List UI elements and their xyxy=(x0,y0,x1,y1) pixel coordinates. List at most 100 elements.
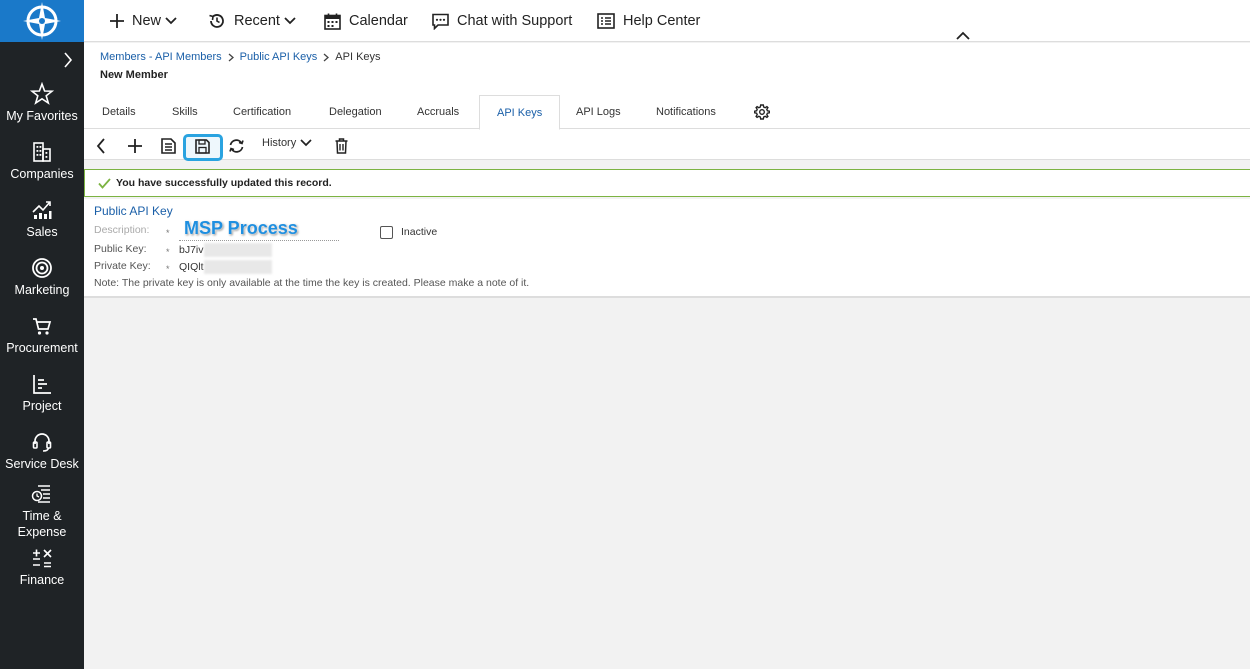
history-label: History xyxy=(262,137,297,149)
refresh-button[interactable] xyxy=(228,136,245,156)
sidebar: My Favorites Companies Sales Marketing P… xyxy=(0,0,84,669)
tab-notifications[interactable]: Notifications xyxy=(656,95,716,129)
success-message: You have successfully updated this recor… xyxy=(84,169,1250,197)
sidebar-item-label-line2: Expense xyxy=(17,525,67,539)
sidebar-item-service-desk[interactable]: Service Desk xyxy=(0,430,84,472)
cart-icon xyxy=(33,318,52,335)
calendar-button[interactable]: Calendar xyxy=(324,0,408,42)
help-center-icon xyxy=(597,13,615,29)
finance-icon xyxy=(33,549,52,568)
chevron-left-icon xyxy=(96,138,105,154)
help-center-label: Help Center xyxy=(623,13,701,29)
top-bar: New Recent Calendar Chat with Support He… xyxy=(84,0,1250,42)
recent-menu-label: Recent xyxy=(234,13,280,29)
calendar-icon xyxy=(324,13,341,30)
sidebar-item-finance[interactable]: Finance xyxy=(0,546,84,588)
chevron-up-icon xyxy=(956,31,970,40)
add-button[interactable] xyxy=(128,136,142,156)
tab-skills[interactable]: Skills xyxy=(172,95,198,129)
chart-icon xyxy=(32,201,52,219)
chat-icon xyxy=(432,13,449,30)
required-marker: * xyxy=(166,247,170,257)
chevron-right-icon xyxy=(64,52,73,68)
tab-api-logs[interactable]: API Logs xyxy=(576,95,621,129)
required-marker: * xyxy=(166,264,170,274)
required-marker: * xyxy=(166,228,170,238)
sidebar-expand-button[interactable] xyxy=(0,48,84,72)
tab-delegation[interactable]: Delegation xyxy=(329,95,382,129)
sidebar-item-label: My Favorites xyxy=(6,109,78,123)
building-icon xyxy=(33,142,51,162)
plus-icon xyxy=(110,14,124,28)
page-title: New Member xyxy=(100,69,168,81)
tab-bar: Details Skills Certification Delegation … xyxy=(84,95,1250,130)
back-button[interactable] xyxy=(96,136,106,156)
sidebar-item-project[interactable]: Project xyxy=(0,372,84,414)
sidebar-item-marketing[interactable]: Marketing xyxy=(0,256,84,298)
chevron-down-icon xyxy=(284,17,296,25)
chevron-right-icon xyxy=(228,53,234,61)
breadcrumb: Members - API Members Public API Keys AP… xyxy=(100,51,381,63)
sidebar-item-label: Time & xyxy=(22,509,62,523)
public-key-text: bJ7iv xyxy=(179,243,204,256)
sidebar-item-procurement[interactable]: Procurement xyxy=(0,314,84,356)
new-menu-button[interactable]: New xyxy=(110,0,177,42)
tab-certification[interactable]: Certification xyxy=(233,95,291,129)
time-expense-icon xyxy=(31,485,50,503)
save-button[interactable] xyxy=(161,136,176,156)
recent-menu-button[interactable]: Recent xyxy=(208,0,296,42)
sidebar-item-label: Sales xyxy=(26,225,58,239)
trash-icon xyxy=(335,138,348,154)
plus-icon xyxy=(128,139,142,153)
sidebar-item-label: Service Desk xyxy=(5,457,79,471)
sidebar-item-label: Procurement xyxy=(6,341,78,355)
private-key-note: Note: The private key is only available … xyxy=(94,277,530,289)
inactive-label: Inactive xyxy=(401,226,438,238)
private-key-value: QIQlt xyxy=(179,260,272,274)
chevron-down-icon xyxy=(165,17,177,25)
breadcrumb-link-api-members[interactable]: Members - API Members xyxy=(100,51,222,63)
redacted-blur xyxy=(203,243,272,257)
chat-support-label: Chat with Support xyxy=(457,13,573,29)
delete-button[interactable] xyxy=(335,136,348,156)
project-icon xyxy=(33,375,51,394)
calendar-label: Calendar xyxy=(349,13,408,29)
inactive-checkbox[interactable] xyxy=(380,226,393,239)
history-clock-icon xyxy=(209,14,224,28)
success-message-text: You have successfully updated this recor… xyxy=(116,177,332,189)
gear-icon xyxy=(753,104,771,120)
floppy-disk-icon xyxy=(195,138,210,154)
save-and-close-button[interactable] xyxy=(195,136,210,156)
refresh-icon xyxy=(229,139,244,153)
sidebar-item-label: Marketing xyxy=(14,283,70,297)
record-header: Members - API Members Public API Keys AP… xyxy=(84,43,1250,161)
app-logo[interactable] xyxy=(0,0,84,42)
private-key-text: QIQlt xyxy=(179,260,204,273)
star-icon xyxy=(30,82,54,105)
save-document-icon xyxy=(161,138,176,154)
history-menu-button[interactable]: History xyxy=(262,137,312,149)
tab-accruals[interactable]: Accruals xyxy=(417,95,459,129)
breadcrumb-current: API Keys xyxy=(335,51,381,63)
sidebar-item-my-favorites[interactable]: My Favorites xyxy=(0,82,84,124)
public-key-value: bJ7iv xyxy=(179,243,272,257)
headset-icon xyxy=(32,433,52,452)
breadcrumb-link-public-api-keys[interactable]: Public API Keys xyxy=(240,51,318,63)
sidebar-item-label: Companies xyxy=(10,167,74,181)
tab-details[interactable]: Details xyxy=(102,95,136,129)
tab-api-keys[interactable]: API Keys xyxy=(479,95,561,130)
checkmark-icon xyxy=(98,177,111,189)
sidebar-item-sales[interactable]: Sales xyxy=(0,198,84,240)
public-key-label: Public Key: xyxy=(94,243,147,255)
chevron-down-icon xyxy=(300,139,312,147)
new-menu-label: New xyxy=(132,13,162,29)
target-icon xyxy=(32,258,52,278)
chat-support-button[interactable]: Chat with Support xyxy=(432,0,572,42)
help-center-button[interactable]: Help Center xyxy=(597,0,700,42)
sidebar-item-label: Finance xyxy=(19,573,65,587)
section-title: Public API Key xyxy=(94,204,173,218)
tab-settings-button[interactable] xyxy=(753,104,771,125)
sidebar-item-companies[interactable]: Companies xyxy=(0,140,84,182)
sidebar-item-time-expense[interactable]: Time & Expense xyxy=(0,482,84,540)
description-input[interactable] xyxy=(179,217,339,241)
